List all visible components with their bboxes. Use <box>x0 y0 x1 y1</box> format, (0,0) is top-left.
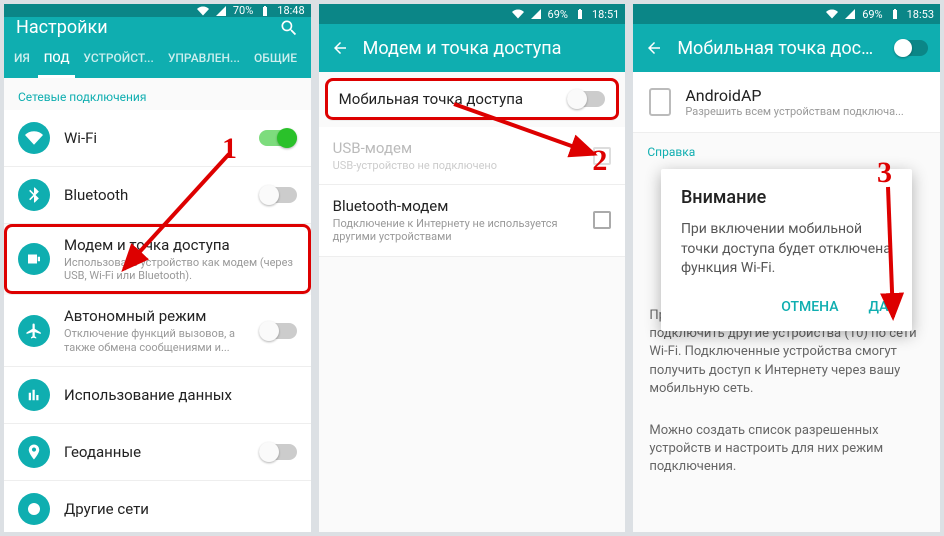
screen-tethering: 69% 18:51 Модем и точка доступа Мобильна… <box>319 4 626 532</box>
status-bar: 69% 18:53 <box>633 4 940 24</box>
status-time: 18:48 <box>277 4 304 17</box>
search-icon[interactable] <box>279 18 299 38</box>
tab-1[interactable]: ПОД <box>38 38 76 78</box>
marker-2: 2 <box>592 144 607 178</box>
master-switch[interactable] <box>894 40 928 56</box>
battery-pct: 70% <box>233 4 253 17</box>
cell-signal-icon <box>530 8 542 20</box>
airplane-switch[interactable] <box>259 323 297 339</box>
back-icon[interactable] <box>331 39 349 57</box>
ap-name: AndroidAP <box>685 86 924 105</box>
status-time: 18:53 <box>907 8 934 21</box>
tab-0[interactable]: ИЯ <box>8 38 36 78</box>
tab-4[interactable]: ОБЩИЕ <box>248 38 303 78</box>
tab-bar: ИЯ ПОД УСТРОЙСТ... УПРАВЛЕН... ОБЩИЕ <box>4 38 311 78</box>
row-airplane[interactable]: Автономный режим Отключение функций вызо… <box>4 295 311 366</box>
location-icon <box>18 436 50 468</box>
airplane-icon <box>18 315 50 347</box>
wifi-signal-icon <box>512 8 524 20</box>
device-icon <box>649 88 671 116</box>
section-network: Сетевые подключения <box>4 78 311 110</box>
arrow-1 <box>109 149 239 284</box>
row-data-usage-label: Использование данных <box>64 386 297 404</box>
battery-icon <box>259 5 271 17</box>
back-icon[interactable] <box>645 39 663 57</box>
battery-icon <box>889 8 901 20</box>
row-wifi-label: Wi-Fi <box>64 129 245 147</box>
help-section: Справка <box>633 133 940 165</box>
row-bt-modem-label: Bluetooth-модем <box>333 197 580 215</box>
battery-pct: 69% <box>862 8 882 21</box>
network-icon <box>18 493 50 525</box>
wifi-switch[interactable] <box>259 130 297 146</box>
row-location-label: Геоданные <box>64 443 245 461</box>
tether-icon <box>18 243 50 275</box>
location-switch[interactable] <box>259 444 297 460</box>
data-usage-icon <box>18 379 50 411</box>
status-bar: 69% 18:51 <box>319 4 626 24</box>
tab-2[interactable]: УСТРОЙСТ... <box>77 38 159 78</box>
row-androidap[interactable]: AndroidAP Разрешить всем устройствам под… <box>633 72 940 133</box>
bluetooth-icon <box>18 179 50 211</box>
app-bar: Модем и точка доступа <box>319 24 626 72</box>
screen-title: Настройки <box>16 17 265 38</box>
row-data-usage[interactable]: Использование данных <box>4 367 311 424</box>
wifi-icon <box>18 122 50 154</box>
arrow-2 <box>449 99 609 169</box>
row-other-networks[interactable]: Другие сети <box>4 481 311 532</box>
marker-1: 1 <box>222 132 237 166</box>
screen-settings: 70% 18:48 Настройки ИЯ ПОД УСТРОЙСТ... У… <box>4 4 311 532</box>
row-bt-modem-sub: Подключение к Интернету не используется … <box>333 217 580 243</box>
arrow-3 <box>833 182 913 332</box>
status-time: 18:51 <box>592 8 619 21</box>
status-bar: 70% 18:48 <box>4 4 311 17</box>
row-other-networks-label: Другие сети <box>64 500 297 518</box>
row-airplane-label: Автономный режим <box>64 307 245 325</box>
tab-3[interactable]: УПРАВЛЕН... <box>162 38 246 78</box>
screen-hotspot: 69% 18:53 Мобильная точка дост... Androi… <box>633 4 940 532</box>
cell-signal-icon <box>844 8 856 20</box>
app-bar: Настройки <box>4 17 311 38</box>
app-bar: Мобильная точка дост... <box>633 24 940 72</box>
battery-pct: 69% <box>548 8 568 21</box>
row-location[interactable]: Геоданные <box>4 424 311 481</box>
battery-icon <box>574 8 586 20</box>
ap-sub: Разрешить всем устройствам подключа... <box>685 105 924 118</box>
row-airplane-sub: Отключение функций вызовов, а также обме… <box>64 327 245 353</box>
screen-title: Мобильная точка дост... <box>677 38 880 59</box>
screen-title: Модем и точка доступа <box>363 38 614 59</box>
row-bt-modem[interactable]: Bluetooth-модем Подключение к Интернету … <box>319 185 626 256</box>
wifi-signal-icon <box>197 5 209 17</box>
bt-checkbox[interactable] <box>593 211 611 229</box>
wifi-signal-icon <box>826 8 838 20</box>
cell-signal-icon <box>215 5 227 17</box>
bluetooth-switch[interactable] <box>259 187 297 203</box>
